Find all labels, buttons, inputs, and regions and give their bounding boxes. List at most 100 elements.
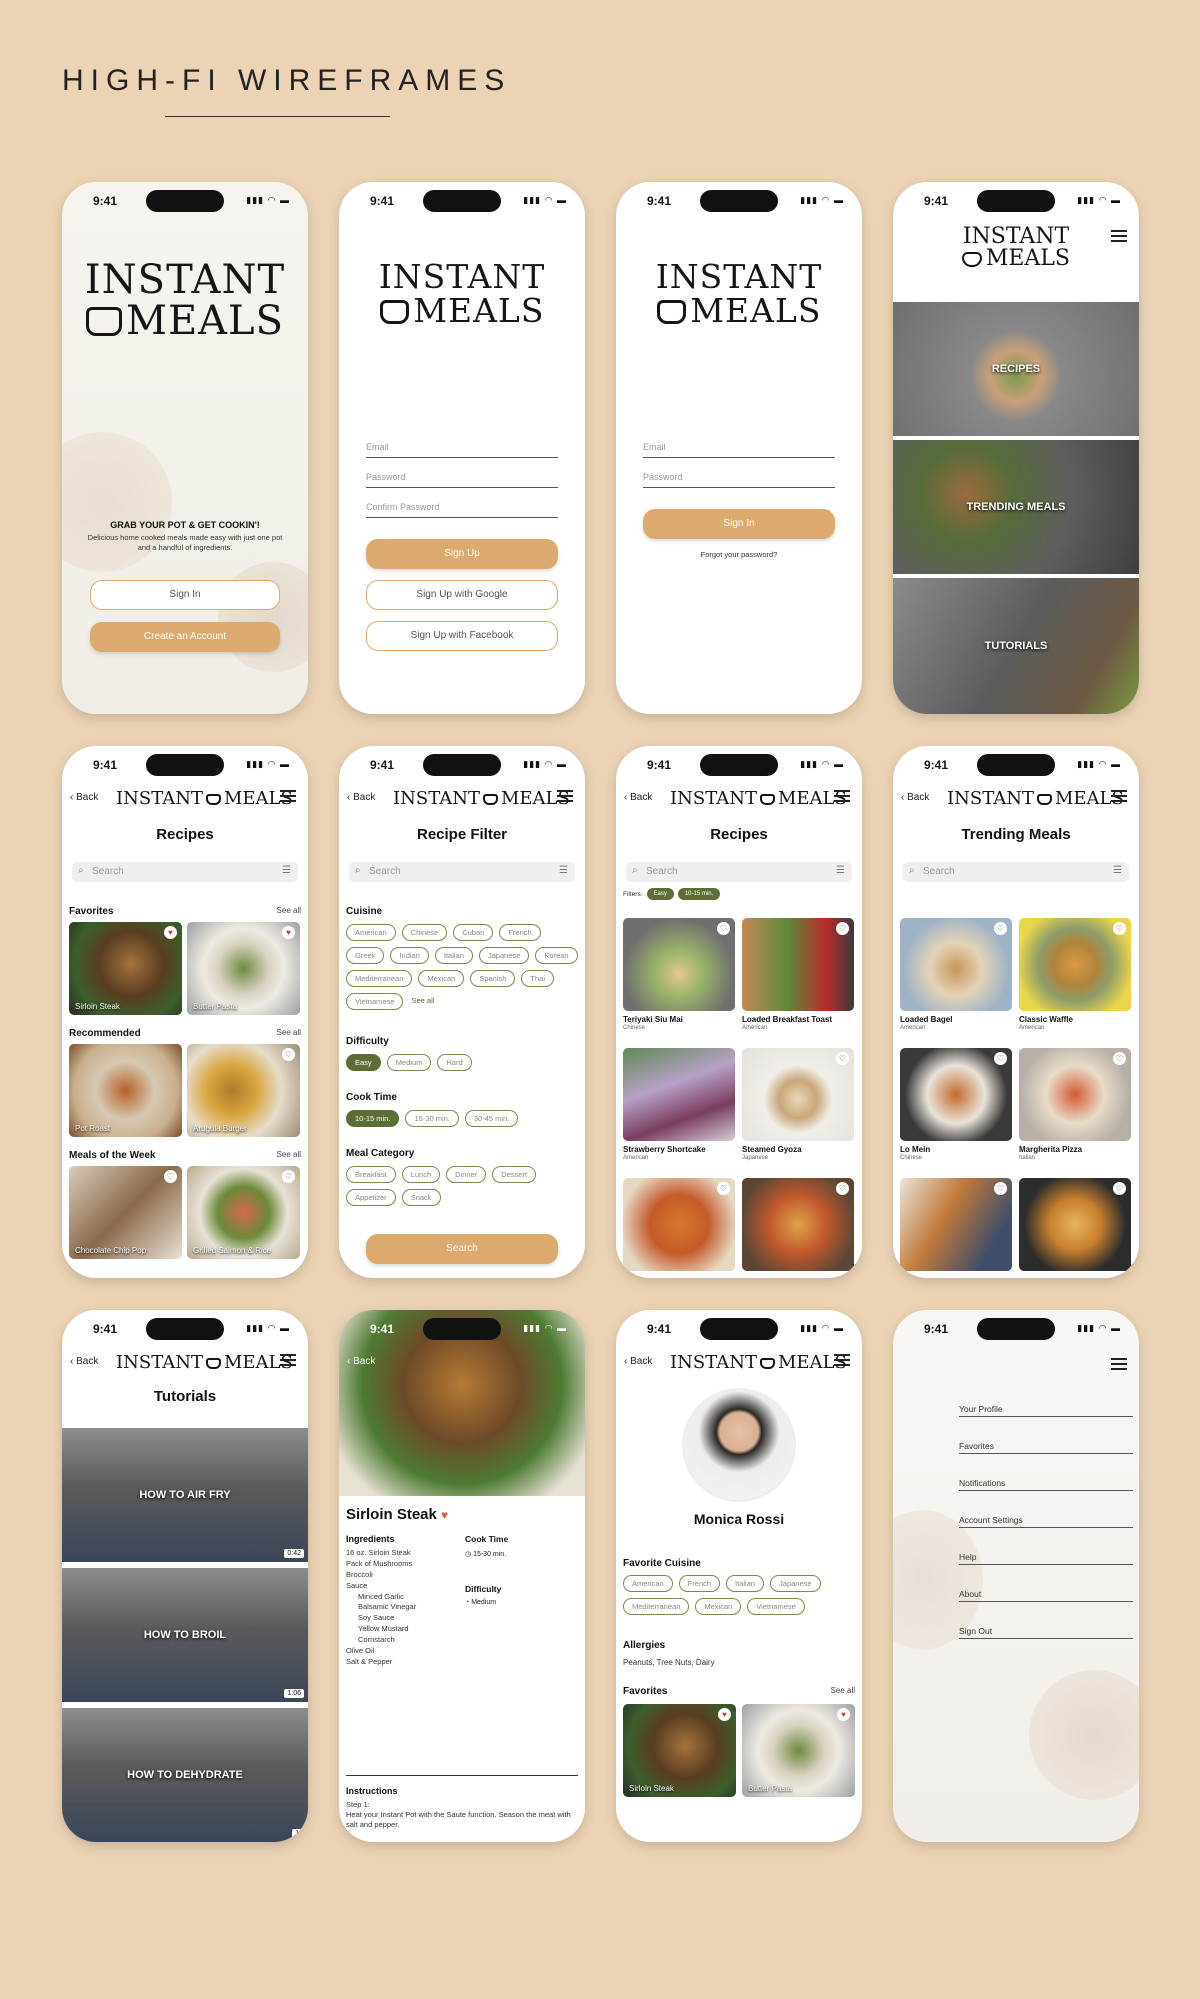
back-button[interactable]: ‹ Back xyxy=(624,792,652,803)
filter-chip[interactable]: Mediterranean xyxy=(346,970,413,987)
menu-item-about[interactable]: About xyxy=(959,1589,1133,1602)
filter-chip[interactable]: Thai xyxy=(521,970,555,987)
forgot-password-link[interactable]: Forgot your password? xyxy=(616,550,862,559)
sign-in-button[interactable]: Sign In xyxy=(643,509,835,539)
recipe-card[interactable]: ♡ Margherita Pizza Italian xyxy=(1019,1048,1131,1161)
hamburger-menu-icon[interactable] xyxy=(1111,790,1127,802)
back-button[interactable]: ‹ Back xyxy=(70,1356,98,1367)
heart-icon[interactable]: ♡ xyxy=(282,1048,295,1061)
hamburger-menu-icon[interactable] xyxy=(834,790,850,802)
filter-chip[interactable]: Italian xyxy=(434,947,473,964)
recipe-card[interactable]: ♡ xyxy=(742,1178,854,1271)
cuisine-chip[interactable]: Italian xyxy=(726,1575,765,1592)
menu-item-profile[interactable]: Your Profile xyxy=(959,1404,1133,1417)
heart-icon[interactable]: ♡ xyxy=(1113,1182,1126,1195)
filter-chip[interactable]: Dinner xyxy=(446,1166,487,1183)
recipe-card[interactable]: ♡ Teriyaki Siu Mai Chinese xyxy=(623,918,735,1031)
recipe-card[interactable]: ♡ Classic Waffle American xyxy=(1019,918,1131,1031)
search-input[interactable]: ⌕ Search ☰ xyxy=(349,862,575,882)
filter-chip[interactable]: Snack xyxy=(401,1189,441,1206)
heart-icon[interactable]: ♡ xyxy=(836,1182,849,1195)
create-account-button[interactable]: Create an Account xyxy=(90,622,280,652)
back-button[interactable]: ‹ Back xyxy=(901,792,929,803)
back-button[interactable]: ‹ Back xyxy=(70,792,98,803)
recipe-card[interactable]: ♡ Chocolate Chip Pop xyxy=(69,1166,182,1259)
recipe-card[interactable]: ♡ Arugula Burger xyxy=(187,1044,300,1137)
filter-chip[interactable]: Chinese xyxy=(401,924,448,941)
heart-icon[interactable]: ♡ xyxy=(994,1052,1007,1065)
cuisine-chip[interactable]: French xyxy=(678,1575,721,1592)
heart-icon[interactable]: ♡ xyxy=(1113,922,1126,935)
filter-icon[interactable]: ☰ xyxy=(1113,865,1122,876)
see-all-link[interactable]: See all xyxy=(277,1150,301,1159)
hamburger-menu-icon[interactable] xyxy=(280,790,296,802)
heart-icon[interactable]: ♡ xyxy=(1113,1052,1126,1065)
recipe-card[interactable]: ♥ Butter Pasta xyxy=(187,922,300,1015)
filter-icon[interactable]: ☰ xyxy=(836,865,845,876)
google-sign-up-button[interactable]: Sign Up with Google xyxy=(366,580,558,610)
recipe-card[interactable]: ♡ Lo Mein Chinese xyxy=(900,1048,1012,1161)
filter-chip-selected[interactable]: 10-15 min. xyxy=(346,1110,400,1127)
filter-icon[interactable]: ☰ xyxy=(282,865,291,876)
recipes-tile[interactable]: RECIPES xyxy=(893,302,1139,436)
password-field[interactable]: Password xyxy=(366,472,558,488)
heart-icon[interactable]: ♡ xyxy=(717,1182,730,1195)
hamburger-menu-icon[interactable] xyxy=(1111,1358,1127,1370)
recipe-card[interactable]: ♡ xyxy=(623,1178,735,1271)
password-field[interactable]: Password xyxy=(643,472,835,488)
trending-meals-tile[interactable]: TRENDING MEALS xyxy=(893,440,1139,574)
back-button[interactable]: ‹ Back xyxy=(624,1356,652,1367)
hamburger-menu-icon[interactable] xyxy=(834,1354,850,1366)
recipe-card[interactable]: ♡ Grilled Salmon & Rice xyxy=(187,1166,300,1259)
filter-chip[interactable]: Breakfast xyxy=(346,1166,396,1183)
see-all-link[interactable]: See all xyxy=(277,1028,301,1037)
heart-icon[interactable]: ♡ xyxy=(836,1052,849,1065)
facebook-sign-up-button[interactable]: Sign Up with Facebook xyxy=(366,621,558,651)
cuisine-chip[interactable]: American xyxy=(623,1575,673,1592)
menu-item-notifications[interactable]: Notifications xyxy=(959,1478,1133,1491)
confirm-password-field[interactable]: Confirm Password xyxy=(366,502,558,518)
recipe-card[interactable]: ♡ Loaded Bagel American xyxy=(900,918,1012,1031)
recipe-card[interactable]: ♡ Steamed Gyoza Japanese xyxy=(742,1048,854,1161)
search-input[interactable]: ⌕ Search ☰ xyxy=(72,862,298,882)
filter-chip[interactable]: Spanish xyxy=(470,970,516,987)
email-field[interactable]: Email xyxy=(643,442,835,458)
tutorial-video[interactable]: HOW TO DEHYDRATE 1: xyxy=(62,1708,308,1842)
heart-icon[interactable]: ♡ xyxy=(836,922,849,935)
recipe-card[interactable]: Strawberry Shortcake American xyxy=(623,1048,735,1161)
menu-item-favorites[interactable]: Favorites xyxy=(959,1441,1133,1454)
active-filter-chip[interactable]: 10-15 min. xyxy=(677,888,721,900)
filter-chip[interactable]: Lunch xyxy=(401,1166,441,1183)
filter-chip[interactable]: Mexican xyxy=(418,970,465,987)
heart-icon[interactable]: ♥ xyxy=(441,1508,448,1522)
filter-chip[interactable]: Appetizer xyxy=(346,1189,396,1206)
cuisine-chip[interactable]: Japanese xyxy=(770,1575,821,1592)
filter-chip[interactable]: French xyxy=(499,924,541,941)
see-all-link[interactable]: See all xyxy=(277,906,301,915)
recipe-card[interactable]: ♥ Sirloin Steak xyxy=(69,922,182,1015)
tutorial-video[interactable]: HOW TO BROIL 1:06 xyxy=(62,1568,308,1702)
cuisine-chip[interactable]: Mediterranean xyxy=(623,1598,690,1615)
back-button[interactable]: ‹ Back xyxy=(347,792,375,803)
filter-chip[interactable]: Japanese xyxy=(478,947,530,964)
filter-chip[interactable]: Cuban xyxy=(453,924,494,941)
email-field[interactable]: Email xyxy=(366,442,558,458)
hamburger-menu-icon[interactable] xyxy=(1111,230,1127,242)
filter-chip[interactable]: 15-30 min. xyxy=(405,1110,459,1127)
sign-in-button[interactable]: Sign In xyxy=(90,580,280,610)
back-button[interactable]: ‹ Back xyxy=(347,1356,375,1367)
recipe-card[interactable]: ♥ Butter Pasta xyxy=(742,1704,855,1797)
filter-chip[interactable]: Greek xyxy=(346,947,385,964)
sign-up-button[interactable]: Sign Up xyxy=(366,539,558,569)
tutorial-video[interactable]: HOW TO AIR FRY 0:42 xyxy=(62,1428,308,1562)
heart-icon[interactable]: ♡ xyxy=(717,922,730,935)
heart-icon[interactable]: ♥ xyxy=(718,1708,731,1721)
menu-item-help[interactable]: Help xyxy=(959,1552,1133,1565)
heart-icon[interactable]: ♥ xyxy=(164,926,177,939)
hamburger-menu-icon[interactable] xyxy=(280,1354,296,1366)
see-all-link[interactable]: See all xyxy=(409,993,437,1010)
filter-chip[interactable]: Dessert xyxy=(492,1166,537,1183)
recipe-card[interactable]: ♡ xyxy=(1019,1178,1131,1271)
heart-icon[interactable]: ♥ xyxy=(837,1708,850,1721)
filter-chip-selected[interactable]: Easy xyxy=(346,1054,381,1071)
